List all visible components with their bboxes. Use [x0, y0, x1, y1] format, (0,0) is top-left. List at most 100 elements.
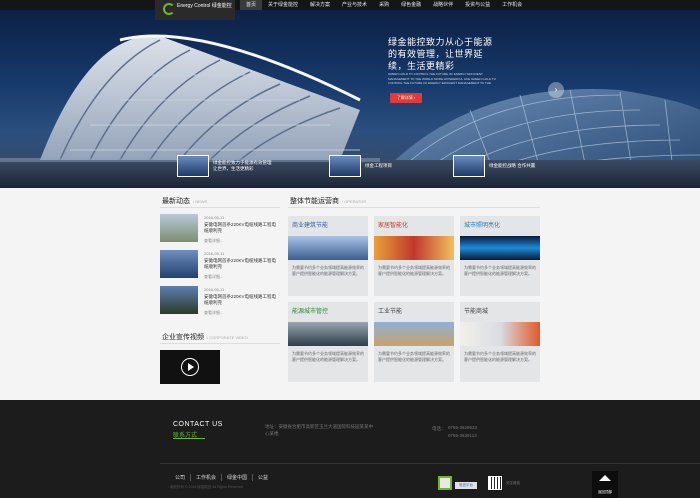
hero-thumb[interactable]: 绿金工程项目	[329, 152, 425, 180]
footer-link-company[interactable]: 公司	[170, 474, 192, 481]
thumb-caption: 绿金工程项目	[365, 163, 392, 168]
news-image	[160, 214, 198, 242]
news-item[interactable]: 2016-05-11 安徽电网首条220KV电缆线路工程电缆顺利完 查看详细..…	[160, 214, 280, 246]
nav-item-about[interactable]: 关于绿金能控	[262, 0, 304, 10]
news-headline[interactable]: 安徽电网首条220KV电缆线路工程电缆顺利完	[204, 222, 280, 234]
footer-link-charity[interactable]: 公益	[253, 474, 273, 481]
nav-item-home[interactable]: 首页	[240, 0, 263, 10]
contact-title-en: CONTACT US	[173, 421, 223, 428]
arrow-up-icon	[599, 475, 611, 481]
card-description: 为需要节约多个业务领域提高能源效率的客户提供智能化的能源管理解决方案。	[378, 351, 450, 362]
hero-thumbnails: 绿金能控致力于能源有效管理 让世界，生活更精彩 绿金工程项目 绿金能控战略 合作…	[175, 152, 535, 182]
card-title: 节能商城	[464, 309, 489, 315]
news-item[interactable]: 2016-05-11 安徽电网首条220KV电缆线路工程电缆顺利完 查看详细..…	[160, 286, 280, 318]
main-nav: 首页 关于绿金能控 解决方案 产业与技术 采购 绿色金融 战略伙伴 投资与公益 …	[240, 0, 528, 10]
qr-label: 关注微信	[506, 481, 520, 485]
card-title: 工业节能	[378, 309, 403, 315]
news-image	[160, 250, 198, 278]
footer-link-china[interactable]: 绿金中国	[222, 474, 254, 481]
nav-item-solutions[interactable]: 解决方案	[304, 0, 336, 10]
card-description: 为需要节约多个业务领域提高能源效率的客户提供智能化的能源管理解决方案。	[464, 265, 536, 276]
thumb-image	[177, 155, 209, 177]
news-title-en: / NEWS	[193, 199, 208, 204]
hero-thumb[interactable]: 绿金能控战略 合作共赢	[453, 152, 549, 180]
services-title-en: / OPERATOR	[342, 199, 367, 204]
footer-links: 公司 工作机会 绿金中国 公益	[170, 474, 273, 481]
card-title: 家居智能化	[378, 223, 409, 229]
hero-title: 绿金能控致力从心于能源的有效管理，让世界延续，生活更精彩	[388, 37, 493, 71]
card-image	[374, 236, 454, 260]
phone-number: 0755-3628523	[448, 425, 478, 430]
service-card-city-lighting[interactable]: 城市照明亮化 为需要节约多个业务领域提高能源效率的客户提供智能化的能源管理解决方…	[460, 216, 540, 296]
divider	[160, 343, 280, 344]
card-title: 商业建筑节能	[292, 223, 329, 229]
divider	[288, 207, 540, 208]
card-image	[288, 236, 368, 260]
phone-number: 0755-3628113	[448, 433, 477, 438]
footer-divider	[160, 463, 700, 464]
nav-item-procurement[interactable]: 采购	[373, 0, 395, 10]
chevron-right-icon[interactable]: ›	[548, 82, 564, 98]
card-image	[374, 322, 454, 346]
site-logo[interactable]: Energy Control 绿金能控	[155, 0, 235, 20]
learn-more-button[interactable]: 了解详情 ›	[390, 93, 422, 103]
card-image	[460, 236, 540, 260]
hero-banner: 绿金能控致力从心于能源的有效管理，让世界延续，生活更精彩 GREEN GOLD …	[0, 0, 700, 188]
card-image	[288, 322, 368, 346]
card-description: 为需要节约多个业务领域提高能源效率的客户提供智能化的能源管理解决方案。	[464, 351, 536, 362]
nav-item-green-finance[interactable]: 绿色金融	[395, 0, 427, 10]
certification-badge-icon[interactable]	[438, 476, 452, 490]
news-more-link[interactable]: 查看详细...	[204, 274, 223, 280]
services-title: 整体节能运营商	[290, 198, 339, 205]
services-section-title: 整体节能运营商 / OPERATOR	[290, 196, 366, 206]
card-description: 为需要节约多个业务领域提高能源效率的客户提供智能化的能源管理解决方案。	[378, 265, 450, 276]
footer-address: 地址：安徽省合肥市高新区玉兰大道国际科技园某某中心某楼	[265, 424, 373, 436]
nav-item-jobs[interactable]: 工作机会	[496, 0, 528, 10]
copyright: 版权所有 © 2016 绿金能控 All Rights Reserved	[170, 485, 243, 489]
service-card-smart-home[interactable]: 家居智能化 为需要节约多个业务领域提高能源效率的客户提供智能化的能源管理解决方案…	[374, 216, 454, 296]
play-icon[interactable]	[181, 358, 199, 376]
service-card-energy-city[interactable]: 能源城市管控 为需要节约多个业务领域提高能源效率的客户提供智能化的能源管理解决方…	[288, 302, 368, 382]
thumb-caption: 绿金能控致力于能源有效管理 让世界，生活更精彩	[213, 160, 272, 171]
news-image	[160, 286, 198, 314]
nav-item-investment[interactable]: 投资与公益	[459, 0, 496, 10]
video-title-en: / CORPORATE VIDEO	[207, 335, 248, 340]
news-title: 最新动态	[162, 198, 190, 205]
contact-underline	[173, 438, 205, 439]
card-description: 为需要节约多个业务领域提高能源效率的客户提供智能化的能源管理解决方案。	[292, 265, 364, 276]
logo-icon	[163, 3, 175, 15]
card-image	[460, 322, 540, 346]
card-description: 为需要节约多个业务领域提高能源效率的客户提供智能化的能源管理解决方案。	[292, 351, 364, 362]
service-card-commercial[interactable]: 商业建筑节能 为需要节约多个业务领域提高能源效率的客户提供智能化的能源管理解决方…	[288, 216, 368, 296]
back-to-top-label: 返回顶部	[598, 490, 612, 494]
tel-label: 电话：	[432, 426, 446, 431]
news-more-link[interactable]: 查看详细...	[204, 310, 223, 316]
news-section-title: 最新动态 / NEWS	[162, 196, 207, 206]
telecom-badge[interactable]: 电信平台	[455, 482, 477, 489]
news-headline[interactable]: 安徽电网首条220KV电缆线路工程电缆顺利完	[204, 294, 280, 306]
nav-item-industry[interactable]: 产业与技术	[336, 0, 373, 10]
service-card-industrial[interactable]: 工业节能 为需要节约多个业务领域提高能源效率的客户提供智能化的能源管理解决方案。	[374, 302, 454, 382]
divider	[160, 207, 280, 208]
news-item[interactable]: 2016-05-11 安徽电网首条220KV电缆线路工程电缆顺利完 查看详细..…	[160, 250, 280, 282]
news-date: 2016-05-11	[204, 287, 225, 292]
thumb-image	[453, 155, 485, 177]
video-player[interactable]	[160, 350, 220, 384]
qr-code-icon	[488, 476, 502, 490]
nav-item-partners[interactable]: 战略伙伴	[427, 0, 459, 10]
service-card-mall[interactable]: 节能商城 为需要节约多个业务领域提高能源效率的客户提供智能化的能源管理解决方案。	[460, 302, 540, 382]
video-title: 企业宣传视频	[162, 334, 204, 341]
footer-phone-list: 0755-3628523 0755-3628113	[448, 424, 477, 440]
hero-subtitle: GREEN GOLD TO CONTROL THE FUTURE OF ENER…	[388, 72, 496, 85]
video-section-title: 企业宣传视频 / CORPORATE VIDEO	[162, 332, 248, 342]
news-date: 2016-05-11	[204, 215, 225, 220]
news-more-link[interactable]: 查看详细...	[204, 238, 223, 244]
news-date: 2016-05-11	[204, 251, 225, 256]
back-to-top-button[interactable]: 返回顶部	[592, 471, 618, 498]
news-headline[interactable]: 安徽电网首条220KV电缆线路工程电缆顺利完	[204, 258, 280, 270]
footer-link-jobs[interactable]: 工作机会	[191, 474, 223, 481]
thumb-image	[329, 155, 361, 177]
thumb-caption: 绿金能控战略 合作共赢	[489, 163, 536, 168]
hero-thumb[interactable]: 绿金能控致力于能源有效管理 让世界，生活更精彩	[177, 152, 273, 180]
logo-text: Energy Control 绿金能控	[177, 3, 232, 9]
